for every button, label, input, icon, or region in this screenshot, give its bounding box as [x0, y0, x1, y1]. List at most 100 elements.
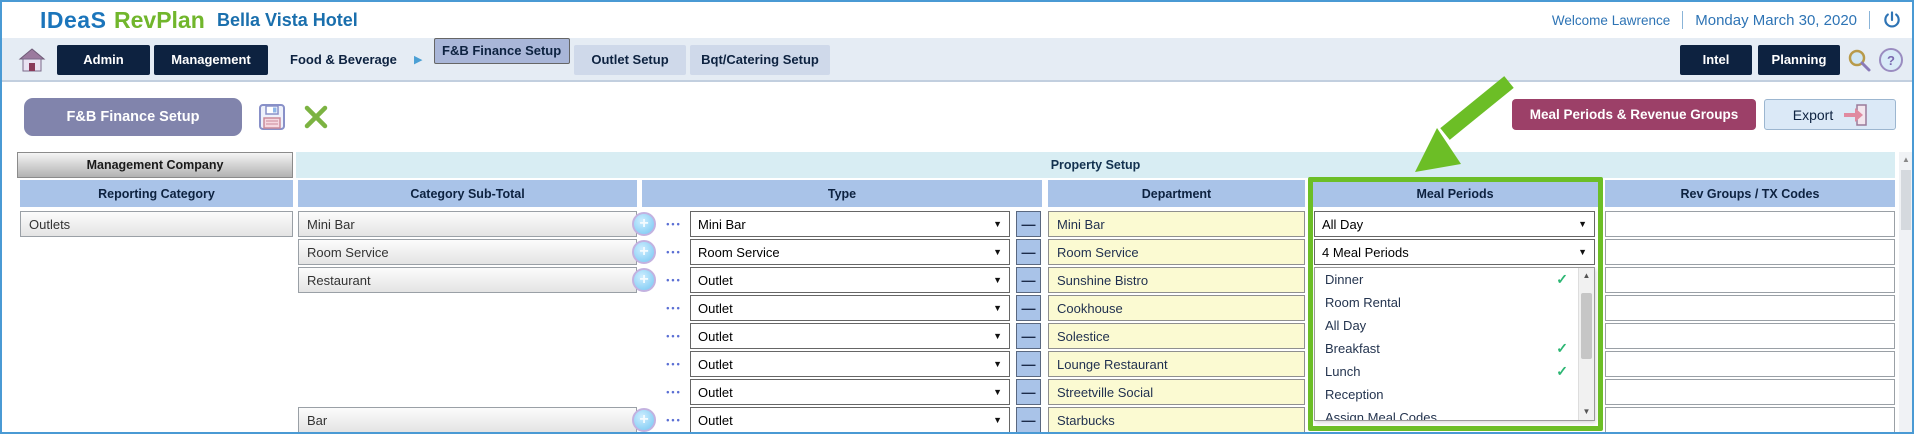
- category-sub-total-cell[interactable]: Mini Bar: [298, 211, 637, 237]
- more-options-button[interactable]: •••: [662, 211, 686, 237]
- more-options-button[interactable]: •••: [662, 407, 686, 433]
- type-select[interactable]: Outlet ▼: [690, 407, 1010, 433]
- type-select-value: Outlet: [698, 301, 733, 316]
- tab-intel[interactable]: Intel: [1680, 45, 1752, 75]
- rev-groups-cell[interactable]: [1605, 407, 1895, 433]
- department-cell[interactable]: Room Service: [1048, 239, 1305, 265]
- search-icon[interactable]: [1846, 47, 1872, 73]
- meal-periods-select[interactable]: All Day ▼: [1314, 211, 1595, 237]
- department-cell[interactable]: Starbucks: [1048, 407, 1305, 433]
- remove-row-button[interactable]: —: [1016, 267, 1041, 293]
- dropdown-item-label: Dinner: [1325, 272, 1363, 287]
- dropdown-item[interactable]: Reception: [1315, 383, 1594, 406]
- remove-row-button[interactable]: —: [1016, 407, 1041, 433]
- type-select[interactable]: Mini Bar ▼: [690, 211, 1010, 237]
- dropdown-item-label: Breakfast: [1325, 341, 1380, 356]
- type-select-value: Outlet: [698, 357, 733, 372]
- chevron-down-icon: ▼: [993, 303, 1002, 313]
- table-row: Restaurant + ••• Outlet ▼ — Sunshine Bis…: [2, 267, 1912, 293]
- department-cell[interactable]: Streetville Social: [1048, 379, 1305, 405]
- tab-admin[interactable]: Admin: [57, 45, 150, 75]
- help-icon[interactable]: ?: [1878, 47, 1904, 73]
- type-select[interactable]: Outlet ▼: [690, 267, 1010, 293]
- category-sub-total-cell[interactable]: Room Service: [298, 239, 637, 265]
- remove-row-button[interactable]: —: [1016, 379, 1041, 405]
- dropdown-item[interactable]: All Day: [1315, 314, 1594, 337]
- tab-management[interactable]: Management: [154, 45, 268, 75]
- group-header-property-setup: Property Setup: [296, 152, 1895, 178]
- scroll-down-icon[interactable]: ▼: [1579, 404, 1594, 420]
- dropdown-item-label: Room Rental: [1325, 295, 1401, 310]
- type-select[interactable]: Outlet ▼: [690, 379, 1010, 405]
- dropdown-scrollbar[interactable]: ▲ ▼: [1578, 268, 1594, 420]
- breadcrumb[interactable]: Food & Beverage: [290, 45, 397, 75]
- dropdown-item-clipped[interactable]: Assign Meal Codes: [1315, 406, 1594, 421]
- department-cell[interactable]: Mini Bar: [1048, 211, 1305, 237]
- save-icon[interactable]: [258, 103, 286, 131]
- meal-periods-revenue-groups-button[interactable]: Meal Periods & Revenue Groups: [1512, 99, 1756, 130]
- department-cell[interactable]: Lounge Restaurant: [1048, 351, 1305, 377]
- rev-groups-cell[interactable]: [1605, 379, 1895, 405]
- category-sub-total-cell[interactable]: Bar: [298, 407, 637, 433]
- logout-power-icon[interactable]: [1882, 10, 1902, 30]
- top-right-cluster: Welcome Lawrence Monday March 30, 2020: [1552, 2, 1902, 38]
- table-row: ••• Outlet ▼ — Lounge Restaurant: [2, 351, 1912, 377]
- more-options-button[interactable]: •••: [662, 379, 686, 405]
- department-cell[interactable]: Cookhouse: [1048, 295, 1305, 321]
- department-cell[interactable]: Solestice: [1048, 323, 1305, 349]
- tab-fb-finance-setup[interactable]: F&B Finance Setup: [434, 38, 570, 64]
- more-options-button[interactable]: •••: [662, 323, 686, 349]
- category-sub-total-cell[interactable]: Restaurant: [298, 267, 637, 293]
- ideas-logo: IDeaS: [40, 7, 106, 34]
- more-options-button[interactable]: •••: [662, 295, 686, 321]
- dropdown-item[interactable]: Lunch ✓: [1315, 360, 1594, 383]
- type-select[interactable]: Room Service ▼: [690, 239, 1010, 265]
- meal-periods-select-open[interactable]: 4 Meal Periods ▼: [1314, 239, 1595, 265]
- add-row-button[interactable]: +: [632, 268, 656, 292]
- table-row: ••• Outlet ▼ — Cookhouse: [2, 295, 1912, 321]
- more-options-button[interactable]: •••: [662, 239, 686, 265]
- more-options-button[interactable]: •••: [662, 267, 686, 293]
- table-scrollbar[interactable]: ▲: [1899, 152, 1913, 433]
- scrollbar-thumb[interactable]: [1581, 293, 1592, 359]
- rev-groups-cell[interactable]: [1605, 351, 1895, 377]
- chevron-down-icon: ▼: [993, 275, 1002, 285]
- reporting-category-cell[interactable]: Outlets: [20, 211, 293, 237]
- column-header-category-sub-total: Category Sub-Total: [298, 180, 637, 207]
- tab-bqt-catering-setup[interactable]: Bqt/Catering Setup: [690, 45, 830, 75]
- home-icon[interactable]: [18, 46, 46, 74]
- page-title-button[interactable]: F&B Finance Setup: [24, 98, 242, 136]
- more-options-button[interactable]: •••: [662, 351, 686, 377]
- type-select[interactable]: Outlet ▼: [690, 323, 1010, 349]
- department-cell[interactable]: Sunshine Bistro: [1048, 267, 1305, 293]
- dropdown-item[interactable]: Room Rental: [1315, 291, 1594, 314]
- add-row-button[interactable]: +: [632, 212, 656, 236]
- remove-row-button[interactable]: —: [1016, 239, 1041, 265]
- welcome-text: Welcome Lawrence: [1552, 13, 1670, 28]
- rev-groups-cell[interactable]: [1605, 267, 1895, 293]
- remove-row-button[interactable]: —: [1016, 295, 1041, 321]
- tab-planning[interactable]: Planning: [1758, 45, 1840, 75]
- cancel-x-icon[interactable]: [302, 103, 330, 131]
- type-select[interactable]: Outlet ▼: [690, 295, 1010, 321]
- remove-row-button[interactable]: —: [1016, 211, 1041, 237]
- rev-groups-cell[interactable]: [1605, 211, 1895, 237]
- export-button[interactable]: Export: [1764, 99, 1896, 130]
- scroll-up-icon[interactable]: ▲: [1579, 268, 1594, 284]
- dropdown-item[interactable]: Dinner ✓: [1315, 268, 1594, 291]
- remove-row-button[interactable]: —: [1016, 323, 1041, 349]
- rev-groups-cell[interactable]: [1605, 323, 1895, 349]
- dropdown-item[interactable]: Breakfast ✓: [1315, 337, 1594, 360]
- scrollbar-thumb[interactable]: [1901, 170, 1911, 230]
- meal-periods-value: 4 Meal Periods: [1322, 245, 1409, 260]
- rev-groups-cell[interactable]: [1605, 239, 1895, 265]
- rev-groups-cell[interactable]: [1605, 295, 1895, 321]
- tab-outlet-setup[interactable]: Outlet Setup: [574, 45, 686, 75]
- add-row-button[interactable]: +: [632, 408, 656, 432]
- type-select[interactable]: Outlet ▼: [690, 351, 1010, 377]
- scroll-up-icon[interactable]: ▲: [1899, 152, 1913, 167]
- remove-row-button[interactable]: —: [1016, 351, 1041, 377]
- add-row-button[interactable]: +: [632, 240, 656, 264]
- column-header-department: Department: [1048, 180, 1305, 207]
- hotel-name: Bella Vista Hotel: [217, 10, 358, 31]
